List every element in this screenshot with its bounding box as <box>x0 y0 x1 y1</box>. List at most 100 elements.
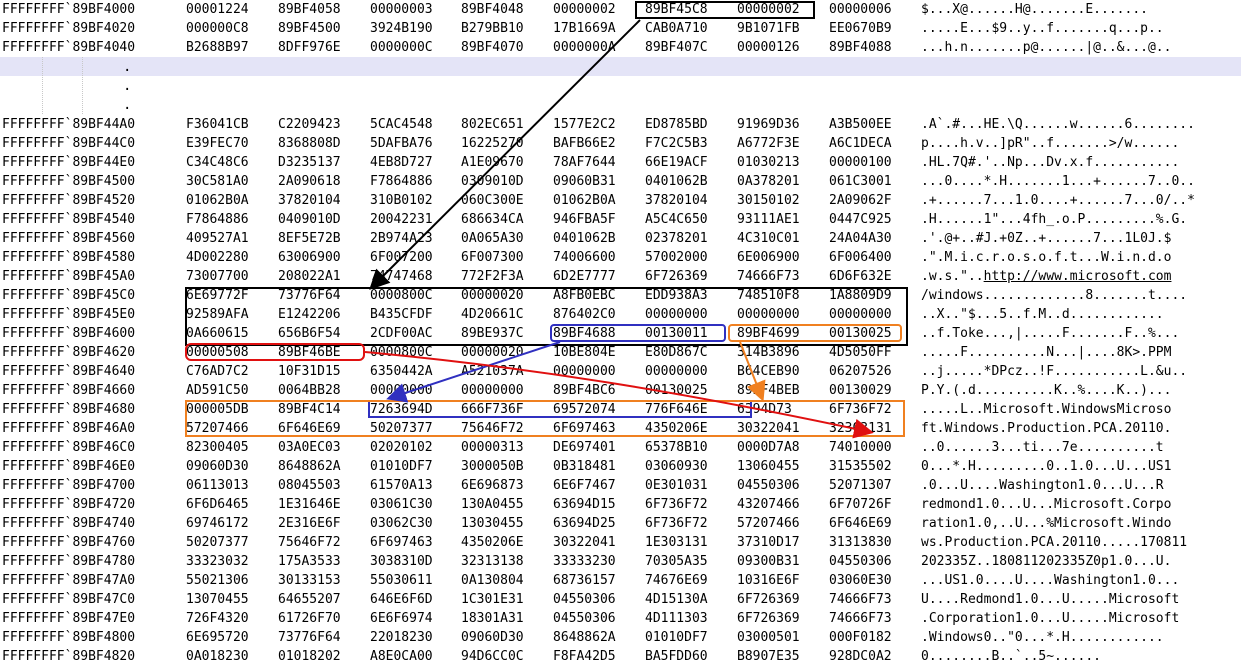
hex-word: 57002000 <box>645 250 708 265</box>
ascii-column: .H......1"...4fh_.o.P.........%.G. <box>921 212 1188 227</box>
hex-row: FFFFFFFF`89BF4560 409527A1 8EF5E72B 2B974A2… <box>0 229 1241 248</box>
hex-word: 00000006 <box>829 2 892 17</box>
hex-row: FFFFFFFF`89BF44A0 F36041CB C2209423 5CAC454… <box>0 115 1241 134</box>
hex-row: FFFFFFFF`89BF47C0 13070455 64655207 646E6F6… <box>0 590 1241 609</box>
hex-word: 89BF4BC6 <box>553 383 616 398</box>
hex-word: 1577E2C2 <box>553 117 616 132</box>
hex-word: 1E303131 <box>645 535 708 550</box>
hex-word: 01010DF7 <box>645 630 708 645</box>
hex-word: 89BF4BEB <box>737 383 800 398</box>
hex-word: 01062B0A <box>186 193 249 208</box>
hex-word: 3038310D <box>370 554 433 569</box>
hex-word: 00000000 <box>461 383 524 398</box>
ascii-column: p....h.v..]pR"..f.......>/w...... <box>921 136 1180 151</box>
hex-word: CAB0A710 <box>645 21 708 36</box>
hex-word: 2A090618 <box>278 174 341 189</box>
ascii-column: ...h.n.......p@......|@..&...@.. <box>921 40 1172 55</box>
hex-row: FFFFFFFF`89BF4820 0A018230 01018202 A8E0CA0… <box>0 647 1241 666</box>
hex-word: 13070455 <box>186 592 249 607</box>
hex-word: A5C4C650 <box>645 212 708 227</box>
hex-word: 0A130804 <box>461 573 524 588</box>
hex-word: 1C301E31 <box>461 592 524 607</box>
hex-word: A6C1DECA <box>829 136 892 151</box>
hex-word: 64655207 <box>278 592 341 607</box>
hex-word: 30322041 <box>553 535 616 550</box>
ascii-column: ..X.."$...5..f.M..d............ <box>921 307 1164 322</box>
ascii-url-link[interactable]: http://www.microsoft.com <box>984 269 1172 284</box>
ascii-column: .A`.#...HE.\Q......w......6........ <box>921 117 1195 132</box>
hex-word: 0B318481 <box>553 459 616 474</box>
hex-word: 89BF4070 <box>461 40 524 55</box>
hex-word: 18301A31 <box>461 611 524 626</box>
hex-word: 2B974A23 <box>370 231 433 246</box>
row-address: FFFFFFFF`89BF4560 <box>2 231 136 246</box>
row-address: FFFFFFFF`89BF47E0 <box>2 611 136 626</box>
hex-word: 6E6F6974 <box>370 611 433 626</box>
hex-word: 73776F64 <box>278 630 341 645</box>
hex-word: 4EB8D727 <box>370 155 433 170</box>
hex-row: FFFFFFFF`89BF4740 69746172 2E316E6F 03062C3… <box>0 514 1241 533</box>
hex-word: 93111AE1 <box>737 212 800 227</box>
hex-word: 646E6F6D <box>370 592 433 607</box>
hex-word: 13060455 <box>737 459 800 474</box>
hex-word: ED8785BD <box>645 117 708 132</box>
ascii-column: 0...*.H.........0..1.0...U...US1 <box>921 459 1172 474</box>
hex-word: 175A3533 <box>278 554 341 569</box>
hex-word: 03060E30 <box>829 573 892 588</box>
hex-word: 01030213 <box>737 155 800 170</box>
hex-word: 4D111303 <box>645 611 708 626</box>
hex-word: 6F646E69 <box>829 516 892 531</box>
hex-word: 01062B0A <box>553 193 616 208</box>
hex-word: 409527A1 <box>186 231 249 246</box>
ascii-column: ...US1.0....U....Washington1.0... <box>921 573 1180 588</box>
hex-word: 8368808D <box>278 136 341 151</box>
hex-row: FFFFFFFF`89BF4520 01062B0A 37820104 310B010… <box>0 191 1241 210</box>
hex-word: 16225270 <box>461 136 524 151</box>
hex-word: 6E695720 <box>186 630 249 645</box>
hex-word: 74666F73 <box>829 592 892 607</box>
ascii-column: $...X@......H@.......E....... <box>921 2 1148 17</box>
hex-word: 6D6F632E <box>829 269 892 284</box>
hex-word: 310B0102 <box>370 193 433 208</box>
hex-word: 03A0EC03 <box>278 440 341 455</box>
hex-word: 6F6D6465 <box>186 497 249 512</box>
hex-word: 5DAFBA76 <box>370 136 433 151</box>
hex-row: FFFFFFFF`89BF4720 6F6D6465 1E31646E 03061C3… <box>0 495 1241 514</box>
hex-word: 6F726369 <box>737 592 800 607</box>
hex-word: DE697401 <box>553 440 616 455</box>
ascii-column: 202335Z..180811202335Z0p1.0...U. <box>921 554 1172 569</box>
annotation-box-black-pointer <box>635 1 815 19</box>
hex-row: FFFFFFFF`89BF47E0 726F4320 61726F70 6E6F697… <box>0 609 1241 628</box>
hex-word: 75646F72 <box>278 535 341 550</box>
hex-word: 78AF7644 <box>553 155 616 170</box>
row-address: FFFFFFFF`89BF45E0 <box>2 307 136 322</box>
hex-row: FFFFFFFF`89BF4640 C76AD7C2 10F31D15 6350442… <box>0 362 1241 381</box>
hex-word: A6772F3E <box>737 136 800 151</box>
hex-row: FFFFFFFF`89BF4700 06113013 08045503 61570A1… <box>0 476 1241 495</box>
hex-word: 31535502 <box>829 459 892 474</box>
ascii-column: ..f.Toke...,|.....F.......F..%... <box>921 326 1180 341</box>
hex-word: 09060D30 <box>461 630 524 645</box>
row-address: FFFFFFFF`89BF4540 <box>2 212 136 227</box>
hex-word: 52071307 <box>829 478 892 493</box>
hex-word: 37820104 <box>645 193 708 208</box>
row-address: FFFFFFFF`89BF47A0 <box>2 573 136 588</box>
ascii-column: ...0....*.H.......1...+......7..0.. <box>921 174 1195 189</box>
hex-word: 0409010D <box>278 212 341 227</box>
hex-word: 0A018230 <box>186 649 249 664</box>
hex-word: C2209423 <box>278 117 341 132</box>
hex-word: 3000050B <box>461 459 524 474</box>
row-address: FFFFFFFF`89BF4640 <box>2 364 136 379</box>
row-address: FFFFFFFF`89BF45A0 <box>2 269 136 284</box>
hex-word: 20042231 <box>370 212 433 227</box>
hex-word: 61570A13 <box>370 478 433 493</box>
hex-word: 10F31D15 <box>278 364 341 379</box>
hex-word: 061C3001 <box>829 174 892 189</box>
annotation-box-orange-b <box>185 400 905 437</box>
ellipsis-dot: . <box>123 59 132 75</box>
row-address: FFFFFFFF`89BF4500 <box>2 174 136 189</box>
hex-row: FFFFFFFF`89BF4500 30C581A0 2A090618 F786488… <box>0 172 1241 191</box>
hex-word: 00130029 <box>829 383 892 398</box>
hex-word: 66E19ACF <box>645 155 708 170</box>
ascii-column: .0...U....Washington1.0...U...R <box>921 478 1164 493</box>
